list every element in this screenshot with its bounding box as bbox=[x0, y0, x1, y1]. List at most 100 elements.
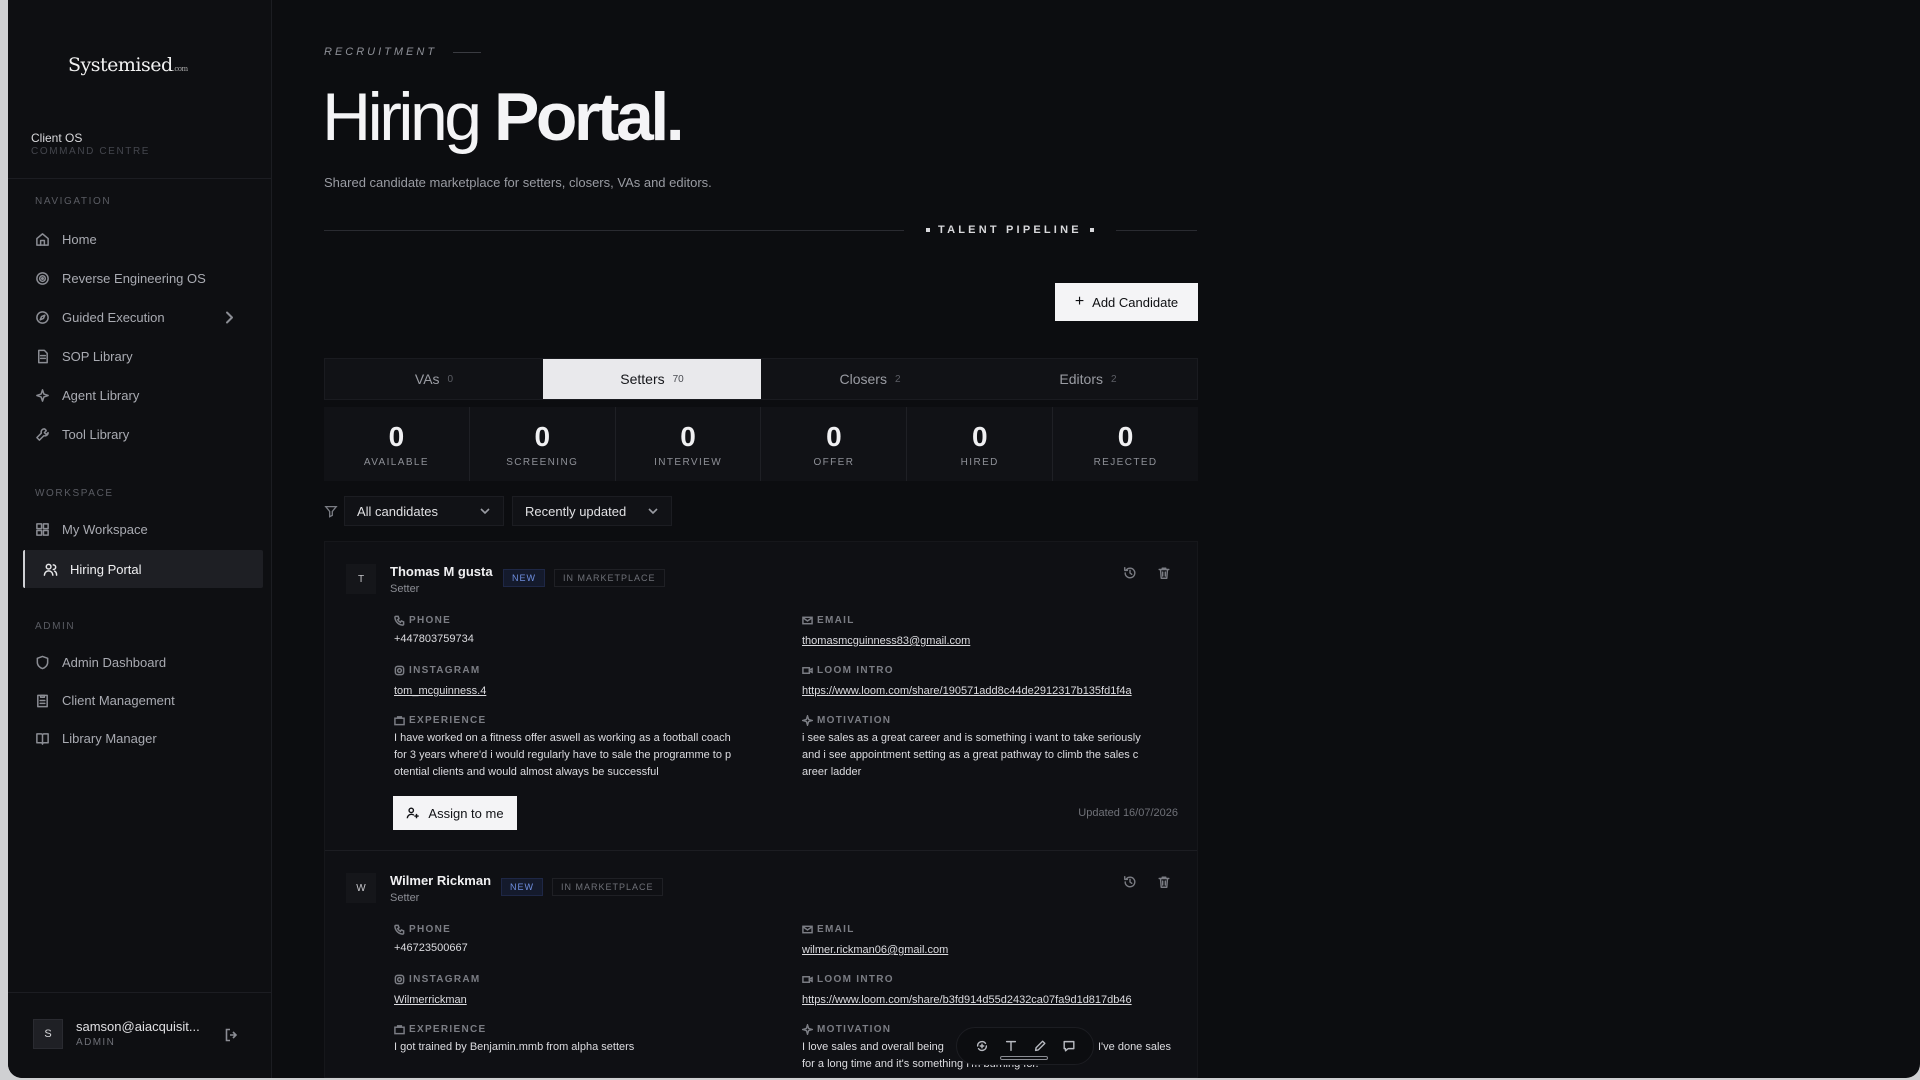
shield-icon bbox=[36, 655, 49, 669]
sparkle-icon bbox=[802, 715, 813, 726]
sidebar-item-agent-library[interactable]: Agent Library bbox=[23, 376, 263, 414]
instagram-label: INSTAGRAM bbox=[394, 974, 481, 985]
motivation-label: MOTIVATION bbox=[802, 715, 891, 726]
candidate-role: Setter bbox=[390, 583, 420, 595]
clipboard-icon bbox=[37, 694, 48, 707]
motivation-line-1-end: I've done sales bbox=[1098, 1041, 1172, 1053]
trash-icon[interactable] bbox=[1157, 566, 1171, 580]
toolbar-drag-handle[interactable] bbox=[1000, 1056, 1048, 1060]
video-icon bbox=[802, 667, 813, 674]
avatar: T bbox=[346, 564, 376, 594]
tab-setters[interactable]: Setters 70 bbox=[543, 359, 761, 399]
stat-interview[interactable]: 0 INTERVIEW bbox=[616, 407, 762, 481]
comment-icon[interactable] bbox=[1062, 1039, 1076, 1053]
phone-label: PHONE bbox=[394, 924, 451, 935]
sort-select[interactable]: Recently updated bbox=[512, 496, 672, 526]
users-icon bbox=[43, 563, 58, 576]
text-icon[interactable] bbox=[1004, 1039, 1018, 1053]
candidate-role: Setter bbox=[390, 892, 420, 904]
sidebar-item-home[interactable]: Home bbox=[23, 220, 263, 258]
brand-logo[interactable]: Systemised.com bbox=[68, 54, 188, 76]
loom-label: LOOM INTRO bbox=[802, 974, 894, 985]
filter-bar: All candidates Recently updated bbox=[324, 496, 680, 526]
candidate-filter-select[interactable]: All candidates bbox=[344, 496, 504, 526]
role-tabs: VAs 0 Setters 70 Closers 2 Editors 2 bbox=[324, 358, 1198, 400]
stat-hired[interactable]: 0 HIRED bbox=[907, 407, 1054, 481]
sidebar-item-my-workspace[interactable]: My Workspace bbox=[23, 510, 263, 548]
sidebar-divider bbox=[8, 178, 272, 179]
tab-vas[interactable]: VAs 0 bbox=[325, 359, 543, 399]
trash-icon[interactable] bbox=[1157, 875, 1171, 889]
stat-available[interactable]: 0 AVAILABLE bbox=[324, 407, 470, 481]
experience-text: I have worked on a fitness offer aswell … bbox=[394, 732, 732, 778]
sidebar-item-sop-library[interactable]: SOP Library bbox=[23, 337, 263, 375]
select-icon[interactable] bbox=[975, 1039, 989, 1053]
filter-icon bbox=[324, 505, 338, 518]
phone-label: PHONE bbox=[394, 615, 451, 626]
email-label: EMAIL bbox=[802, 615, 855, 626]
user-plus-icon bbox=[407, 807, 420, 819]
client-title: Client OS bbox=[31, 131, 83, 145]
chevron-down-icon bbox=[648, 508, 658, 515]
sidebar-item-tool-library[interactable]: Tool Library bbox=[23, 415, 263, 453]
briefcase-icon bbox=[394, 1025, 405, 1035]
logout-icon[interactable] bbox=[224, 1027, 240, 1043]
motivation-label: MOTIVATION bbox=[802, 1024, 891, 1035]
section-divider: TALENT PIPELINE bbox=[324, 222, 1197, 238]
pencil-icon[interactable] bbox=[1033, 1039, 1047, 1053]
instagram-icon bbox=[394, 974, 405, 985]
history-icon[interactable] bbox=[1123, 566, 1137, 580]
add-candidate-button[interactable]: + Add Candidate bbox=[1055, 283, 1198, 321]
client-subtitle: COMMAND CENTRE bbox=[31, 146, 151, 157]
document-icon bbox=[38, 349, 48, 363]
sidebar-item-hiring-portal[interactable]: Hiring Portal bbox=[23, 550, 263, 588]
plus-icon: + bbox=[1074, 293, 1085, 310]
avatar[interactable]: S bbox=[33, 1019, 63, 1049]
marketplace-badge: IN MARKETPLACE bbox=[552, 878, 663, 896]
page-title: Hiring Portal. bbox=[322, 79, 685, 155]
email-link[interactable]: wilmer.rickman06@gmail.com bbox=[802, 942, 948, 959]
wrench-icon bbox=[36, 427, 49, 441]
sidebar-item-library-manager[interactable]: Library Manager bbox=[23, 719, 263, 757]
page-eyebrow: RECRUITMENT bbox=[324, 46, 481, 58]
candidate-name[interactable]: Thomas M gusta bbox=[390, 564, 493, 579]
tab-editors[interactable]: Editors 2 bbox=[979, 359, 1197, 399]
user-email: samson@aiacquisit... bbox=[76, 1019, 200, 1034]
experience-text: I got trained by Benjamin.mmb from alpha… bbox=[394, 1041, 635, 1053]
email-link[interactable]: thomasmcguinness83@gmail.com bbox=[802, 633, 970, 650]
sidebar-item-admin-dashboard[interactable]: Admin Dashboard bbox=[23, 643, 263, 681]
new-badge: NEW bbox=[503, 569, 545, 587]
instagram-link[interactable]: Wilmerrickman bbox=[394, 992, 467, 1009]
pipeline-stats: 0 AVAILABLE 0 SCREENING 0 INTERVIEW 0 OFFER … bbox=[324, 407, 1198, 481]
compass-icon bbox=[36, 310, 49, 324]
stat-rejected[interactable]: 0 REJECTED bbox=[1053, 407, 1198, 481]
chevron-right-icon[interactable] bbox=[222, 310, 237, 325]
new-badge: NEW bbox=[501, 878, 543, 896]
experience-label: EXPERIENCE bbox=[394, 1024, 486, 1035]
candidate-name[interactable]: Wilmer Rickman bbox=[390, 873, 491, 888]
sparkle-icon bbox=[802, 1024, 813, 1035]
stat-offer[interactable]: 0 OFFER bbox=[761, 407, 908, 481]
sidebar: Systemised.com Client OS COMMAND CENTRE … bbox=[8, 0, 272, 1078]
loom-link[interactable]: https://www.loom.com/share/190571add8c44… bbox=[802, 683, 1132, 700]
candidate-card: T Thomas M gusta Setter NEW IN MARKETPLA… bbox=[325, 542, 1197, 850]
updated-timestamp: Updated 16/07/2026 bbox=[1078, 807, 1178, 819]
nav-section-title: NAVIGATION bbox=[35, 196, 112, 207]
assign-to-me-button[interactable]: Assign to me bbox=[393, 796, 517, 830]
loom-link[interactable]: https://www.loom.com/share/b3fd914d55d24… bbox=[802, 992, 1132, 1009]
stat-screening[interactable]: 0 SCREENING bbox=[470, 407, 616, 481]
user-role: ADMIN bbox=[76, 1037, 116, 1048]
history-icon[interactable] bbox=[1123, 875, 1137, 889]
mail-icon bbox=[802, 925, 813, 934]
tab-closers[interactable]: Closers 2 bbox=[761, 359, 979, 399]
instagram-link[interactable]: tom_mcguinness.4 bbox=[394, 683, 486, 700]
phone-icon bbox=[394, 615, 405, 626]
sidebar-item-reverse-engineering[interactable]: Reverse Engineering OS bbox=[23, 259, 263, 297]
client-switcher[interactable]: Client OS COMMAND CENTRE bbox=[31, 131, 150, 157]
loom-label: LOOM INTRO bbox=[802, 665, 894, 676]
sidebar-item-client-management[interactable]: Client Management bbox=[23, 681, 263, 719]
chevron-down-icon bbox=[480, 508, 490, 515]
app-window: Systemised.com Client OS COMMAND CENTRE … bbox=[8, 0, 1920, 1078]
sidebar-item-guided-execution[interactable]: Guided Execution bbox=[23, 298, 263, 336]
instagram-icon bbox=[394, 665, 405, 676]
